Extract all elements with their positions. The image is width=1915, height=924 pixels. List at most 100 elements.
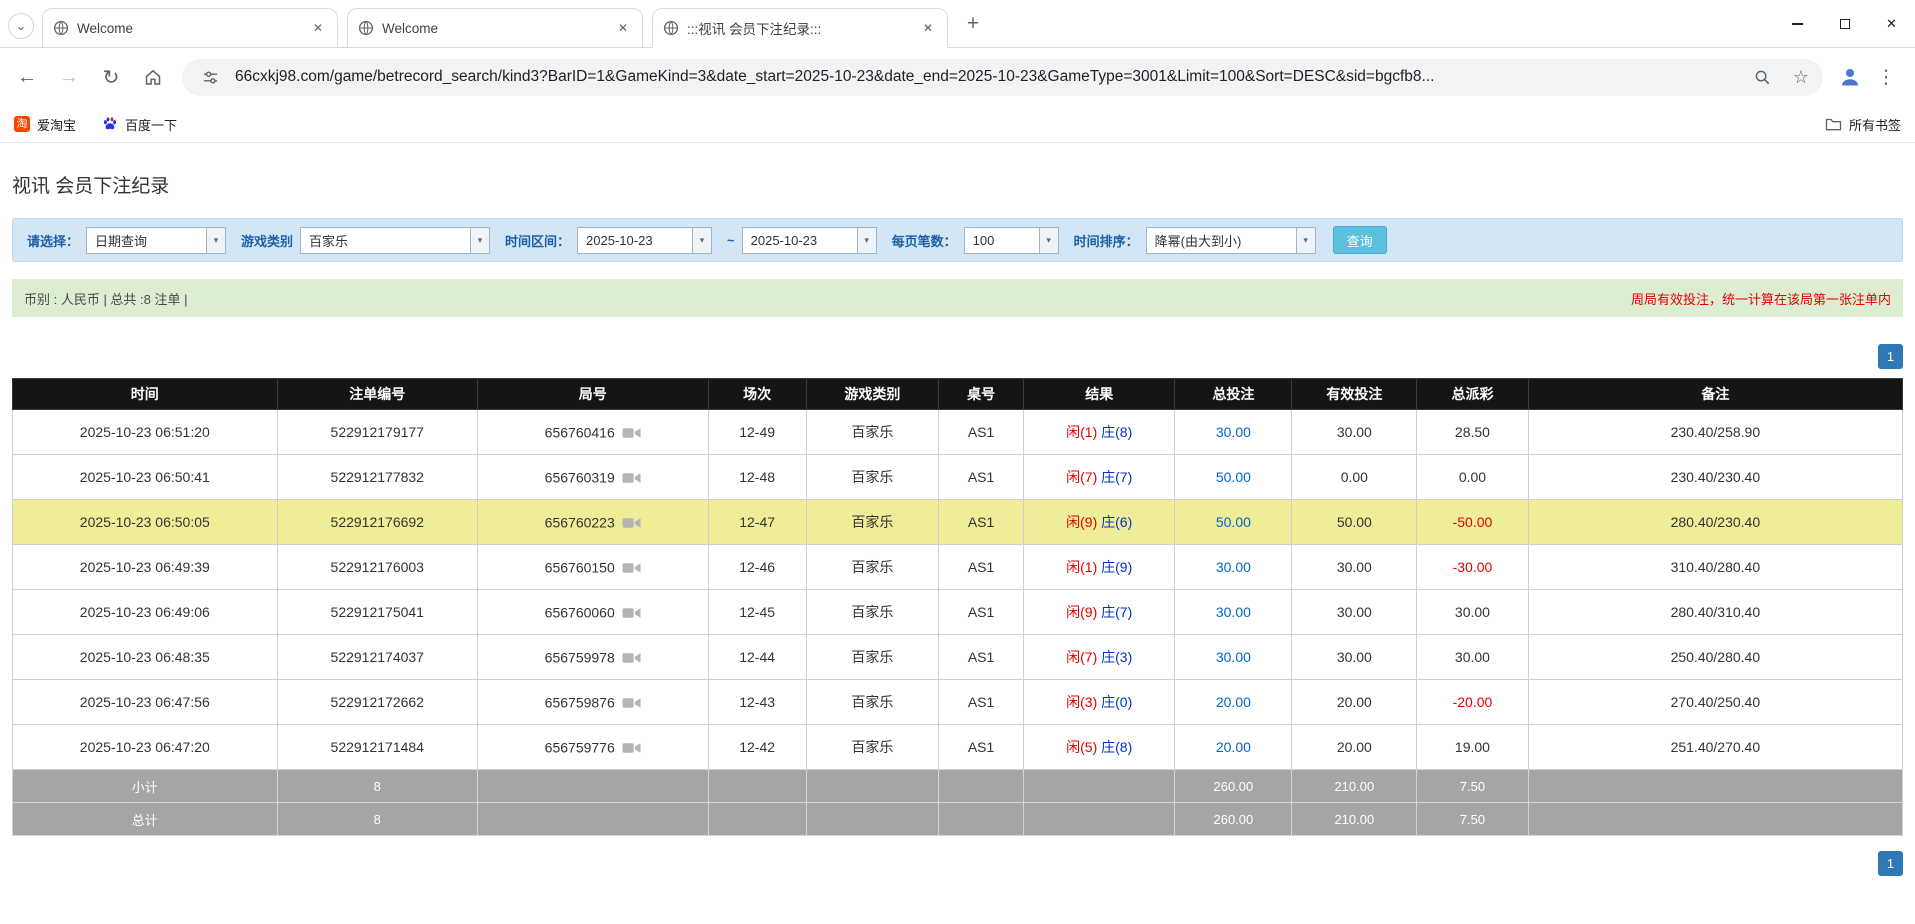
search-button[interactable]: 查询	[1332, 226, 1387, 254]
cell-remark: 270.40/250.40	[1527, 679, 1904, 725]
table-row: 2025-10-23 06:50:41 522912177832 656760319…	[12, 454, 1904, 500]
bookmark-star-icon[interactable]: ☆	[1787, 63, 1815, 91]
bet-table-head-row: 时间 注单编号 局号 场次 游戏类别 桌号 结果 总投注 有效投注 总派彩 备注	[12, 378, 1904, 410]
tab-bet-records-active[interactable]: :::视讯 会员下注纪录::: ✕	[652, 8, 948, 48]
cell-time: 2025-10-23 06:49:06	[12, 589, 278, 635]
cell-total-bet[interactable]: 50.00	[1174, 454, 1293, 500]
game-type-select[interactable]: 百家乐 ▾	[300, 226, 491, 254]
back-button[interactable]: ←	[8, 58, 46, 96]
forward-button[interactable]: →	[50, 58, 88, 96]
bookmark-baidu[interactable]: 百度一下	[102, 115, 177, 134]
zoom-icon[interactable]	[1748, 63, 1776, 91]
tab-welcome-1[interactable]: Welcome ✕	[42, 8, 338, 47]
chevron-down-icon[interactable]: ▾	[856, 227, 876, 253]
date-start-select[interactable]: 2025-10-23 ▾	[577, 226, 713, 254]
bet-table-body: 2025-10-23 06:51:20 522912179177 656760416…	[12, 409, 1904, 836]
table-row: 2025-10-23 06:50:05 522912176692 656760223…	[12, 499, 1904, 545]
url-text[interactable]: 66cxkj98.com/game/betrecord_search/kind3…	[235, 68, 1737, 86]
tab-title: Welcome	[382, 20, 439, 36]
cell-total-bet[interactable]: 20.00	[1174, 724, 1293, 770]
tab-close-icon[interactable]: ✕	[919, 19, 937, 37]
bookmark-aitaobao[interactable]: 淘 爱淘宝	[14, 115, 76, 134]
tab-close-icon[interactable]: ✕	[309, 19, 327, 37]
minimize-button[interactable]	[1774, 0, 1821, 48]
pagination-page-1-bottom[interactable]: 1	[1878, 851, 1903, 876]
baidu-paw-icon	[102, 116, 118, 132]
video-icon[interactable]	[622, 472, 641, 484]
cell-bet-id: 522912176692	[276, 499, 478, 545]
video-icon[interactable]	[622, 742, 641, 754]
all-bookmarks-button[interactable]: 所有书签	[1825, 115, 1901, 134]
round-id-text: 656760060	[544, 604, 615, 621]
table-row: 2025-10-23 06:49:39 522912176003 656760150…	[12, 544, 1904, 590]
cell-valid-bet: 0.00	[1291, 454, 1418, 500]
pagination-top: 1	[12, 344, 1903, 369]
tab-close-icon[interactable]: ✕	[614, 19, 632, 37]
page-size-select[interactable]: 100 ▾	[963, 226, 1059, 254]
home-button[interactable]	[134, 58, 172, 96]
cell-total-bet[interactable]: 20.00	[1174, 679, 1293, 725]
result-player: 闲(9)	[1066, 514, 1098, 530]
cell-total-bet[interactable]: 30.00	[1174, 589, 1293, 635]
video-icon[interactable]	[622, 427, 641, 439]
cell-total-bet[interactable]: 50.00	[1174, 499, 1293, 545]
summary-cell: 210.00	[1291, 802, 1418, 836]
video-icon[interactable]	[622, 697, 641, 709]
cell-bet-id: 522912175041	[276, 589, 478, 635]
kebab-menu-icon[interactable]: ⋮	[1871, 60, 1901, 94]
cell-payout: 19.00	[1416, 724, 1529, 770]
chevron-down-icon[interactable]: ▾	[1038, 227, 1058, 253]
cell-time: 2025-10-23 06:48:35	[12, 634, 278, 680]
cell-total-bet[interactable]: 30.00	[1174, 544, 1293, 590]
cell-bet-id: 522912174037	[276, 634, 478, 680]
game-type-value: 百家乐	[309, 233, 349, 249]
cell-remark: 280.40/230.40	[1527, 499, 1904, 545]
chevron-down-icon[interactable]: ▾	[470, 227, 490, 253]
result-player: 闲(5)	[1066, 739, 1098, 755]
video-icon[interactable]	[622, 652, 641, 664]
pagination-page-1[interactable]: 1	[1878, 344, 1903, 369]
cell-payout: 30.00	[1416, 589, 1529, 635]
result-banker: 庄(6)	[1101, 514, 1133, 530]
query-type-select[interactable]: 日期查询 ▾	[86, 226, 227, 254]
column-header: 桌号	[938, 378, 1025, 410]
summary-cell: 总计	[12, 802, 278, 836]
cell-session: 12-47	[707, 499, 807, 545]
avatar[interactable]	[1833, 60, 1867, 94]
column-header: 备注	[1527, 378, 1904, 410]
chevron-down-icon[interactable]: ▾	[692, 227, 712, 253]
tab-search-button[interactable]: ⌄	[8, 13, 34, 39]
sort-select[interactable]: 降幂(由大到小) ▾	[1145, 226, 1316, 254]
video-icon[interactable]	[622, 562, 641, 574]
round-id-text: 656760319	[544, 469, 615, 486]
summary-cell: 7.50	[1416, 802, 1529, 836]
summary-cell	[805, 802, 940, 836]
cell-payout: 30.00	[1416, 634, 1529, 680]
cell-total-bet[interactable]: 30.00	[1174, 634, 1293, 680]
column-header: 总投注	[1174, 378, 1293, 410]
round-id-text: 656760150	[544, 559, 615, 576]
close-button[interactable]: ✕	[1868, 0, 1915, 48]
chevron-down-icon[interactable]: ▾	[206, 227, 226, 253]
tab-welcome-2[interactable]: Welcome ✕	[347, 8, 643, 47]
date-end-select[interactable]: 2025-10-23 ▾	[741, 226, 877, 254]
refresh-button[interactable]: ↻	[92, 58, 130, 96]
new-tab-button[interactable]: +	[959, 11, 987, 39]
cell-valid-bet: 20.00	[1291, 679, 1418, 725]
url-bar[interactable]: 66cxkj98.com/game/betrecord_search/kind3…	[182, 58, 1823, 96]
summary-cell: 7.50	[1416, 769, 1529, 803]
summary-cell: 8	[276, 769, 478, 803]
page-content: 视讯 会员下注纪录 请选择： 日期查询 ▾ 游戏类别 百家乐 ▾ 时间区间： 2…	[0, 143, 1915, 876]
cell-session: 12-43	[707, 679, 807, 725]
cell-bet-id: 522912172662	[276, 679, 478, 725]
cell-bet-id: 522912171484	[276, 724, 478, 770]
bookmark-label: 爱淘宝	[37, 117, 77, 133]
site-info-icon[interactable]	[196, 63, 224, 91]
maximize-button[interactable]	[1821, 0, 1868, 48]
cell-game-type: 百家乐	[805, 724, 940, 770]
chevron-down-icon[interactable]: ▾	[1295, 227, 1315, 253]
cell-session: 12-44	[707, 634, 807, 680]
video-icon[interactable]	[622, 607, 641, 619]
cell-total-bet[interactable]: 30.00	[1174, 409, 1293, 455]
video-icon[interactable]	[622, 517, 641, 529]
